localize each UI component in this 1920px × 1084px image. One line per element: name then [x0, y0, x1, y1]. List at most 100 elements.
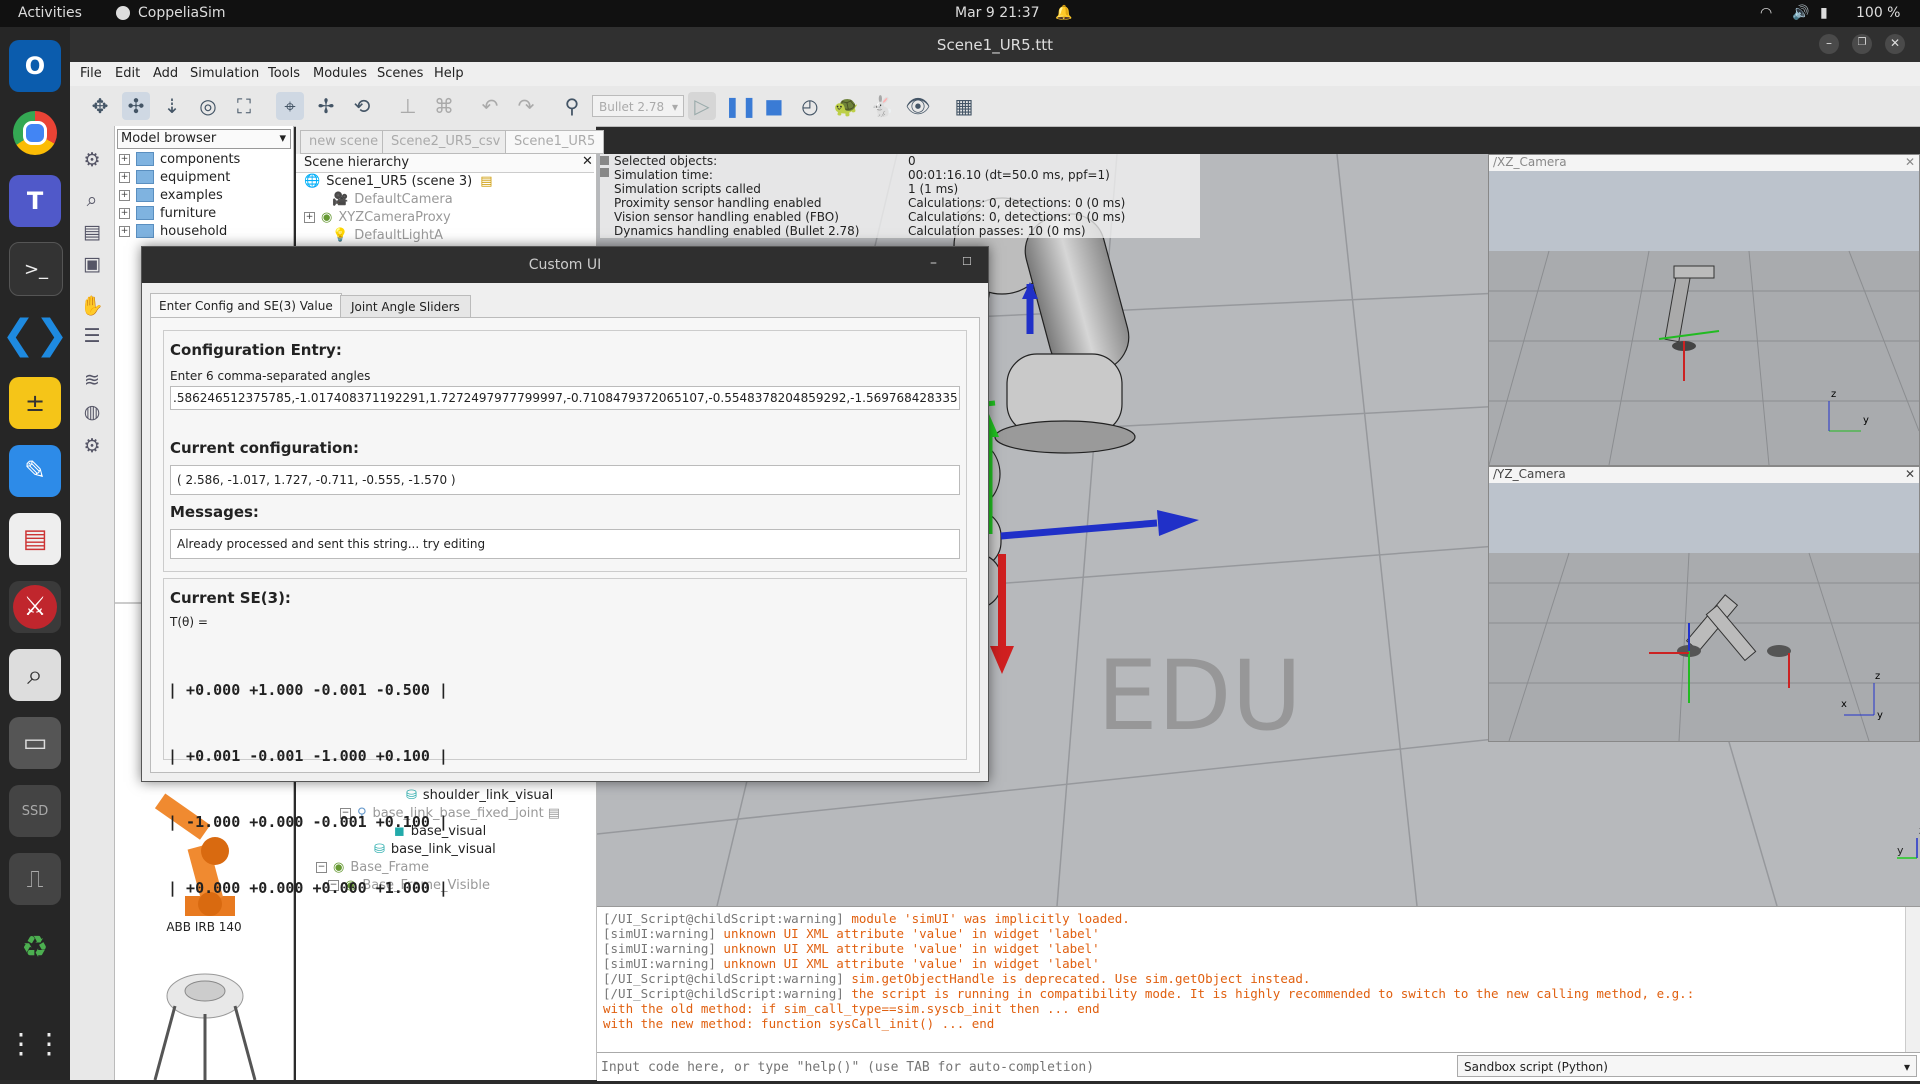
rotate-view-icon[interactable]: ✣ [122, 92, 150, 120]
menu-file[interactable]: File [80, 66, 102, 81]
outlook-icon[interactable]: O [9, 40, 61, 92]
text-editor-icon[interactable]: ✎ [9, 445, 61, 497]
scene-objects-icon[interactable]: ▦ [950, 92, 978, 120]
fit-view-icon[interactable]: ⛶ [230, 92, 258, 120]
yz-camera-view[interactable]: /YZ_Camera ✕ x y z [1488, 466, 1920, 742]
clock[interactable]: Mar 9 21:37 [955, 5, 1040, 21]
expand-icon[interactable]: + [304, 211, 315, 223]
close-icon[interactable]: ✕ [1905, 155, 1915, 169]
menu-edit[interactable]: Edit [115, 66, 140, 81]
tab-scene2-ur5-csv[interactable]: Scene2_UR5_csv [382, 130, 510, 154]
rotate-object-icon[interactable]: ⟲ [348, 92, 376, 120]
minimize-icon[interactable]: – [1819, 34, 1839, 54]
realtime-icon[interactable]: ◴ [796, 92, 824, 120]
user-settings-icon[interactable]: ⚙ [78, 432, 106, 460]
chrome-icon[interactable] [9, 107, 61, 159]
undo-icon[interactable]: ↶ [476, 92, 504, 120]
coppeliasim-icon[interactable]: ⚔ [9, 581, 61, 633]
pan-icon[interactable]: ✥ [86, 92, 114, 120]
tree-item-defaultlighta[interactable]: 💡 DefaultLightA [332, 226, 443, 244]
info-toggle-icon[interactable] [600, 168, 609, 177]
move-object-icon[interactable]: ✢ [312, 92, 340, 120]
transfer-dna-icon[interactable]: ⌘ [430, 92, 458, 120]
info-value: Calculations: 0, detections: 0 (0 ms) [908, 210, 1126, 224]
expand-icon[interactable]: + [119, 225, 130, 237]
close-icon[interactable]: ✕ [582, 154, 593, 169]
menu-modules[interactable]: Modules [313, 66, 367, 81]
pause-icon[interactable]: ❚❚ [724, 92, 758, 120]
stop-icon[interactable]: ■ [760, 92, 788, 120]
menu-scenes[interactable]: Scenes [377, 66, 423, 81]
calculation-modules-icon[interactable]: ⌕ [78, 186, 106, 214]
close-icon[interactable]: ✕ [1885, 34, 1905, 54]
tree-item-xyzcameraproxy[interactable]: + ◉ XYZCameraProxy [304, 208, 451, 226]
close-icon[interactable]: ✕ [1905, 467, 1915, 481]
dialog-titlebar[interactable]: Custom UI – ☐ [142, 247, 988, 283]
script-select[interactable]: Sandbox script (Python) ▾ [1457, 1055, 1917, 1077]
menu-add[interactable]: Add [153, 66, 178, 81]
tab-enter-config[interactable]: Enter Config and SE(3) Value [150, 293, 342, 318]
trash-icon[interactable]: ♻ [9, 921, 61, 973]
expand-icon[interactable]: + [119, 189, 130, 201]
teams-icon[interactable]: T [9, 175, 61, 227]
folder-components[interactable]: + components [119, 150, 240, 168]
model-browser-header[interactable]: Model browser ▾ [117, 129, 291, 149]
info-toggle-icon[interactable] [600, 156, 609, 165]
menu-simulation[interactable]: Simulation [190, 66, 259, 81]
console-scrollbar[interactable] [1905, 907, 1920, 1053]
maximize-icon[interactable]: ❐ [1852, 34, 1872, 54]
svg-text:y: y [1877, 710, 1883, 721]
collections-icon[interactable]: ▤ [78, 218, 106, 246]
folder-label: household [160, 223, 228, 239]
document-viewer-icon[interactable]: ▤ [9, 513, 61, 565]
video-recorder-icon[interactable]: ◍ [78, 398, 106, 426]
show-apps-icon[interactable]: ⋮⋮ [7, 1017, 63, 1069]
activities-button[interactable]: Activities [18, 5, 82, 21]
assemble-icon[interactable]: ⊥ [394, 92, 422, 120]
folder-examples[interactable]: + examples [119, 186, 223, 204]
dynamics-icon[interactable]: ⚲ [558, 92, 586, 120]
visualization-icon[interactable]: 👁 [904, 92, 932, 120]
object-properties-icon[interactable]: ⚙ [78, 146, 106, 174]
ssd-drive-icon[interactable]: SSD [9, 785, 61, 837]
usb-drive-icon[interactable]: ⎍ [9, 853, 61, 905]
config-input[interactable]: .586246512375785,-1.017408371192291,1.72… [170, 386, 960, 410]
folder-equipment[interactable]: + equipment [119, 168, 230, 186]
expand-icon[interactable]: + [119, 153, 130, 165]
menu-tools[interactable]: Tools [268, 66, 300, 81]
folder-furniture[interactable]: + furniture [119, 204, 216, 222]
scripts-icon[interactable]: ▣ [78, 250, 106, 278]
tree-item-scene[interactable]: 🌐 Scene1_UR5 (scene 3) ▤ [304, 172, 493, 190]
select-icon[interactable]: ⌖ [276, 92, 304, 120]
minimize-icon[interactable]: – [930, 255, 937, 271]
expand-icon[interactable]: + [119, 207, 130, 219]
app-menu[interactable]: CoppeliaSim [138, 5, 226, 21]
vscode-icon[interactable]: ❮❯ [1, 309, 68, 361]
file-manager-icon[interactable]: ▭ [9, 717, 61, 769]
tab-new-scene[interactable]: new scene [300, 130, 388, 154]
tab-joint-angle-sliders[interactable]: Joint Angle Sliders [340, 295, 471, 319]
expand-icon[interactable]: + [119, 171, 130, 183]
tree-item-defaultcamera[interactable]: 🎥 DefaultCamera [332, 190, 453, 208]
calculator-icon[interactable]: ± [9, 377, 61, 429]
shape-edit-icon[interactable]: ✋ [78, 292, 106, 320]
redo-icon[interactable]: ↷ [512, 92, 540, 120]
shift-view-icon[interactable]: ⇣ [158, 92, 186, 120]
menu-help[interactable]: Help [434, 66, 464, 81]
tab-scene1-ur5[interactable]: Scene1_UR5 [505, 130, 605, 154]
folder-household[interactable]: + household [119, 222, 227, 240]
faster-icon[interactable]: 🐇 [868, 92, 896, 120]
xz-camera-view[interactable]: /XZ_Camera ✕ y z [1488, 154, 1920, 466]
layers-icon[interactable]: ≋ [78, 366, 106, 394]
camera-angle-icon[interactable]: ◎ [194, 92, 222, 120]
play-icon[interactable]: ▷ [688, 92, 716, 120]
physics-engine-select[interactable]: Bullet 2.78 ▾ [592, 95, 684, 117]
magnifier-icon[interactable]: ⌕ [9, 649, 61, 701]
slower-icon[interactable]: 🐢 [832, 92, 860, 120]
path-edit-icon[interactable]: ☰ [78, 322, 106, 350]
terminal-icon[interactable]: >_ [9, 242, 63, 296]
maximize-icon[interactable]: ☐ [962, 255, 972, 268]
delta-robot-thumbnail[interactable] [135, 966, 275, 1081]
messages-heading: Messages: [170, 503, 259, 521]
console-text: unknown UI XML attribute 'value' in widg… [723, 941, 1100, 956]
